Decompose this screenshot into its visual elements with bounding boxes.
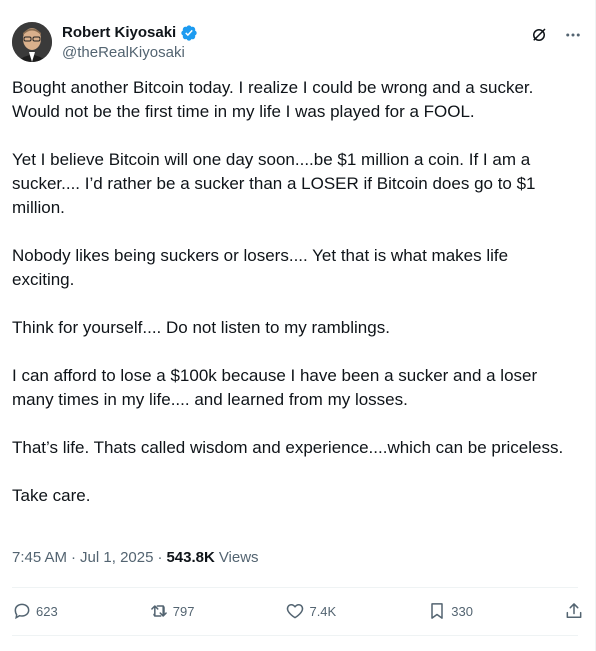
grok-icon[interactable] bbox=[528, 24, 550, 46]
tweet-text: Bought another Bitcoin today. I realize … bbox=[12, 76, 572, 532]
bookmark-button[interactable]: 330 bbox=[427, 601, 473, 621]
divider-bottom bbox=[12, 635, 578, 636]
heart-icon bbox=[287, 604, 304, 619]
tweet-paragraph: Take care. bbox=[12, 486, 91, 505]
tweet-paragraph: Nobody likes being suckers or losers....… bbox=[12, 246, 509, 289]
tweet-paragraph: That’s life. Thats called wisdom and exp… bbox=[12, 438, 564, 457]
author-handle[interactable]: @theRealKiyosaki bbox=[62, 43, 185, 63]
tweet-date[interactable]: Jul 1, 2025 bbox=[80, 548, 153, 568]
reply-button[interactable]: 623 bbox=[12, 601, 58, 621]
meta-separator: · bbox=[71, 549, 77, 566]
bookmark-icon bbox=[431, 603, 443, 619]
tweet-meta: 7:45 AM · Jul 1, 2025 · 543.8K Views bbox=[12, 548, 259, 568]
share-button[interactable] bbox=[564, 601, 584, 621]
like-count: 7.4K bbox=[309, 603, 337, 619]
tweet-time[interactable]: 7:45 AM bbox=[12, 548, 67, 568]
views-count: 543.8K bbox=[166, 549, 215, 566]
author-name[interactable]: Robert Kiyosaki bbox=[62, 23, 176, 43]
tweet-paragraph: Think for yourself.... Do not listen to … bbox=[12, 318, 390, 337]
avatar[interactable] bbox=[12, 22, 52, 62]
tweet-paragraph: Bought another Bitcoin today. I realize … bbox=[12, 78, 534, 121]
action-bar: 623 797 7.4K 330 bbox=[12, 593, 584, 629]
tweet-paragraph: Yet I believe Bitcoin will one day soon.… bbox=[12, 150, 536, 217]
tweet-paragraph: I can afford to lose a $100k because I h… bbox=[12, 366, 538, 409]
divider-top bbox=[12, 587, 578, 588]
repost-icon bbox=[150, 605, 167, 617]
name-row: Robert Kiyosaki bbox=[62, 23, 198, 43]
meta-separator: · bbox=[157, 549, 163, 566]
bookmark-count: 330 bbox=[451, 603, 473, 619]
tweet-header: Robert Kiyosaki @theRealKiyosaki bbox=[12, 14, 584, 66]
views-label: Views bbox=[218, 549, 259, 566]
repost-count: 797 bbox=[172, 603, 195, 619]
share-icon bbox=[566, 603, 582, 618]
reply-icon bbox=[14, 603, 30, 620]
reply-count: 623 bbox=[36, 603, 58, 619]
more-icon[interactable] bbox=[562, 24, 584, 46]
header-actions bbox=[528, 24, 584, 46]
repost-button[interactable]: 797 bbox=[149, 601, 195, 621]
like-button[interactable]: 7.4K bbox=[285, 601, 336, 621]
verified-badge-icon[interactable] bbox=[180, 24, 198, 42]
